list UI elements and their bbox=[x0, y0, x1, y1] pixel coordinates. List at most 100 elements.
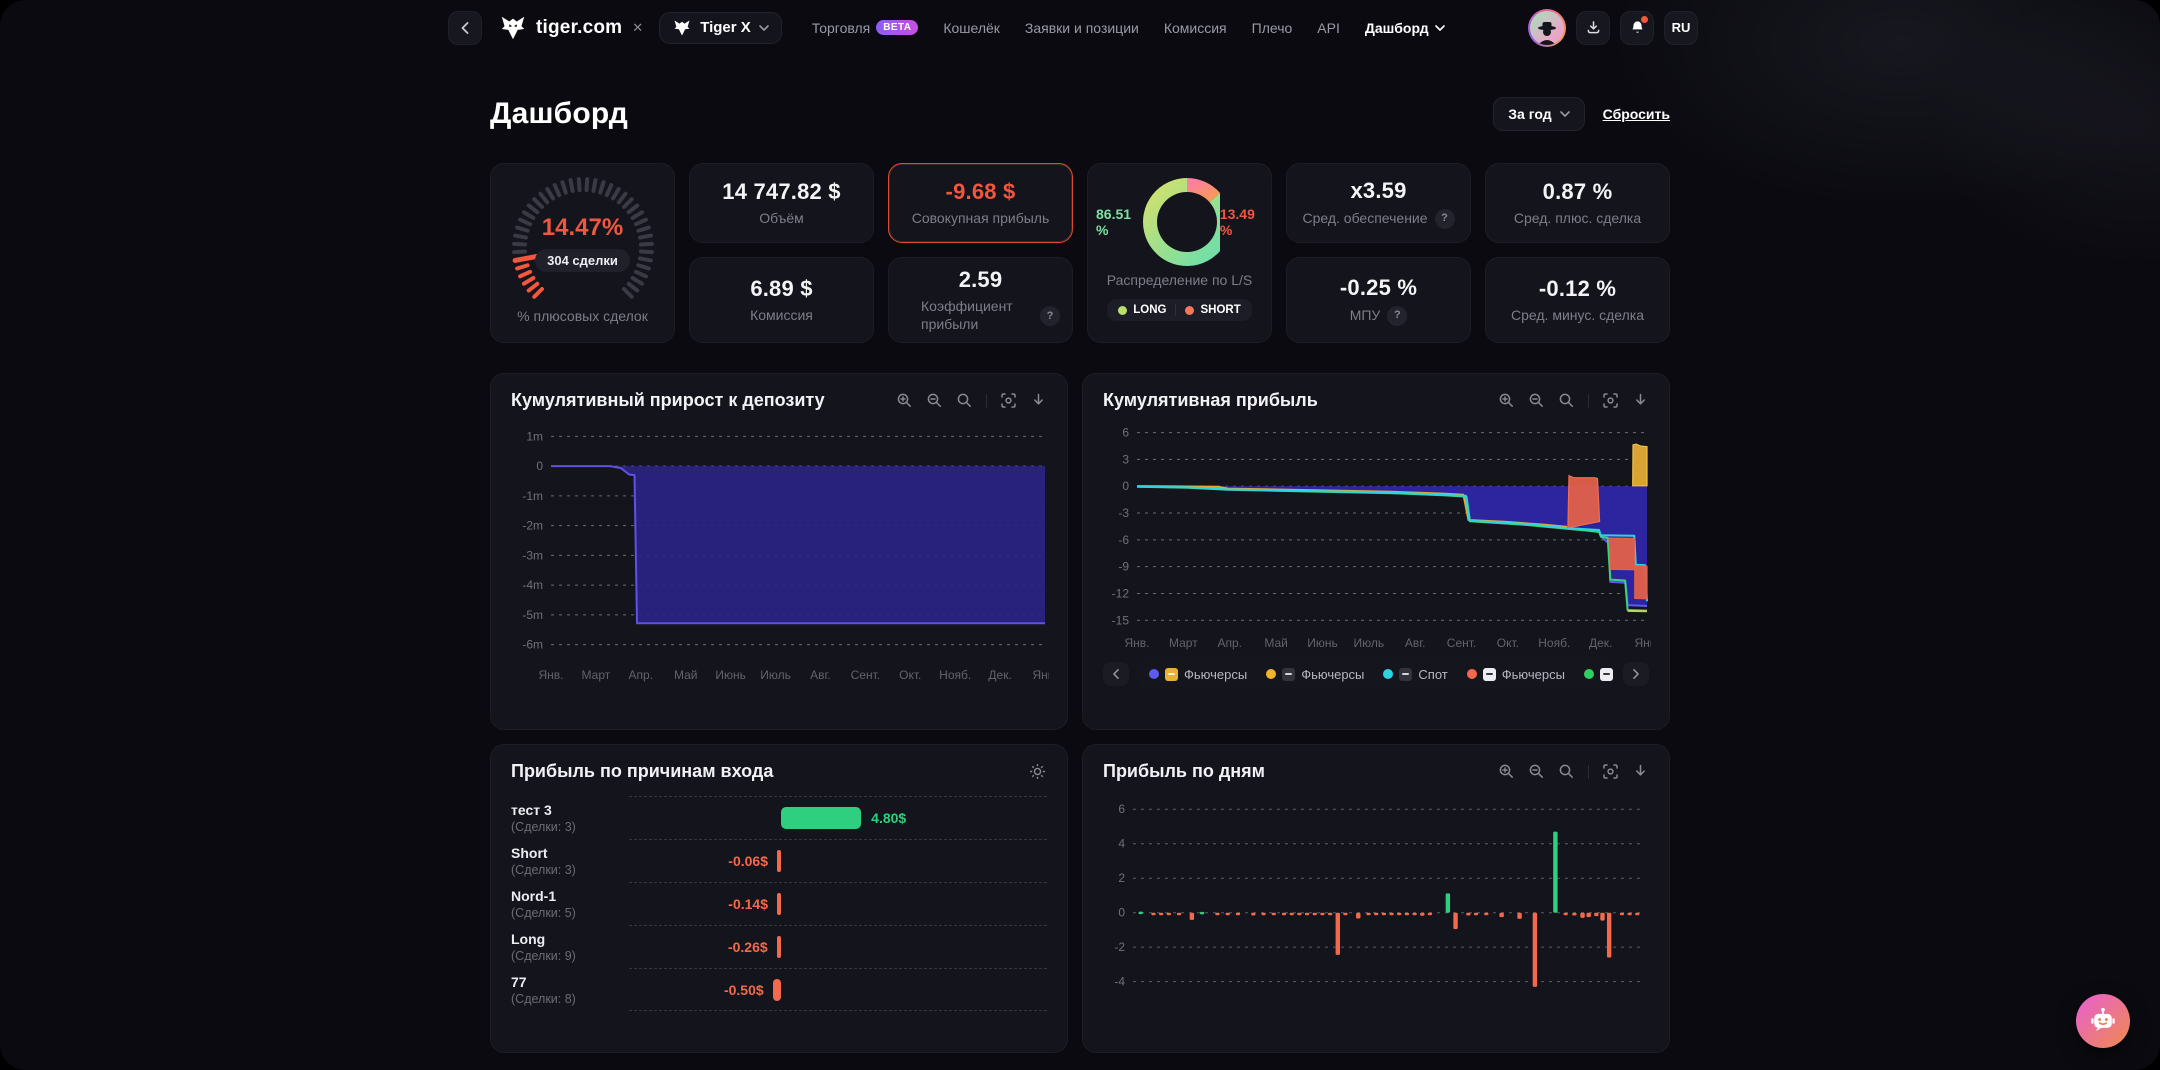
profit-by-day-plot[interactable]: 6420-2-4 bbox=[1103, 782, 1651, 996]
series-dot-icon bbox=[1383, 669, 1393, 679]
win-rate-label: % плюсовых сделок bbox=[517, 308, 648, 324]
reason-trades: (Сделки: 3) bbox=[511, 820, 629, 834]
nav-item-1[interactable]: ТорговляBETA bbox=[812, 20, 919, 36]
series-dot-icon bbox=[1467, 669, 1477, 679]
reason-name: тест 3 bbox=[511, 801, 629, 819]
zoom-in-icon[interactable] bbox=[1498, 763, 1515, 780]
commission-label: Комиссия bbox=[750, 307, 813, 325]
zoom-reset-icon[interactable] bbox=[1558, 763, 1575, 780]
help-icon[interactable]: ? bbox=[1387, 306, 1407, 326]
ls-legend: LONG SHORT bbox=[1107, 299, 1251, 321]
robot-icon bbox=[2088, 1006, 2118, 1036]
series-dot-icon bbox=[1149, 669, 1159, 679]
legend-short[interactable]: SHORT bbox=[1185, 304, 1240, 316]
chart-toolbar bbox=[1498, 763, 1649, 780]
reason-bar-area: -0.14$ bbox=[629, 882, 1047, 925]
chevron-right-icon bbox=[1632, 669, 1640, 679]
period-selector[interactable]: За год bbox=[1493, 97, 1584, 131]
legend-item-5[interactable]: Спот bbox=[1584, 667, 1615, 682]
app-window: tiger.com ✕ Tiger X ТорговляBETA Кошелёк З… bbox=[0, 0, 2160, 1070]
toolbar-divider bbox=[1588, 394, 1589, 408]
snapshot-icon[interactable] bbox=[1602, 392, 1619, 409]
help-icon[interactable]: ? bbox=[1435, 209, 1455, 229]
language-button[interactable]: RU bbox=[1664, 11, 1698, 45]
reason-row-1[interactable]: тест 3(Сделки: 3) 4.80$ bbox=[511, 796, 1047, 839]
reason-row-3[interactable]: Nord-1(Сделки: 5)-0.14$ bbox=[511, 882, 1047, 925]
gear-icon[interactable] bbox=[1028, 762, 1047, 781]
brand[interactable]: tiger.com ✕ bbox=[498, 13, 643, 43]
page-title: Дашборд bbox=[490, 97, 628, 131]
svg-text:Апр.: Апр. bbox=[629, 668, 654, 682]
nav-item-7[interactable]: Дашборд bbox=[1365, 20, 1445, 36]
nav-item-5[interactable]: Плечо bbox=[1252, 20, 1293, 36]
legend-next-button[interactable] bbox=[1623, 662, 1649, 686]
zoom-reset-icon[interactable] bbox=[1558, 392, 1575, 409]
zoom-out-icon[interactable] bbox=[1528, 763, 1545, 780]
svg-text:Дек.: Дек. bbox=[1589, 636, 1612, 650]
reason-bar bbox=[781, 807, 861, 829]
legend-item-1[interactable]: Фьючерсы bbox=[1149, 667, 1247, 682]
legend-item-4[interactable]: Фьючерсы bbox=[1467, 667, 1565, 682]
cumulative-deposit-growth-plot[interactable]: 1m0-1m-2m-3m-4m-5m-6mЯнв.МартАпр.МайИюнь… bbox=[511, 411, 1049, 683]
notification-dot bbox=[1641, 16, 1648, 23]
nav-menu: ТорговляBETA Кошелёк Заявки и позиции Комис… bbox=[812, 20, 1445, 36]
profit-factor-label: Коэффициент прибыли bbox=[907, 298, 1055, 333]
reason-trades: (Сделки: 9) bbox=[511, 949, 629, 963]
download-icon[interactable] bbox=[1632, 763, 1649, 780]
support-chat-button[interactable] bbox=[2076, 994, 2130, 1048]
svg-text:Янв.: Янв. bbox=[1634, 636, 1651, 650]
commission-value: 6.89 $ bbox=[750, 276, 812, 302]
trades-count-badge: 304 сделки bbox=[535, 249, 630, 272]
download-icon[interactable] bbox=[1632, 392, 1649, 409]
back-button[interactable] bbox=[448, 11, 482, 45]
total-profit-label: Совокупная прибыль bbox=[912, 210, 1050, 228]
svg-text:-2m: -2m bbox=[522, 519, 543, 533]
brand-close-icon[interactable]: ✕ bbox=[632, 20, 643, 36]
total-profit-card: -9.68 $ Совокупная прибыль bbox=[888, 163, 1073, 243]
reason-row-4[interactable]: Long(Сделки: 9) -0.26$ bbox=[511, 925, 1047, 968]
avatar[interactable] bbox=[1528, 9, 1566, 47]
zoom-out-icon[interactable] bbox=[1528, 392, 1545, 409]
avg-win-value: 0.87 % bbox=[1543, 179, 1613, 205]
reason-value: -0.26$ bbox=[728, 939, 768, 955]
svg-text:Янв.: Янв. bbox=[1032, 668, 1049, 682]
chart-toolbar bbox=[1498, 392, 1649, 409]
notifications-button[interactable] bbox=[1620, 11, 1654, 45]
zoom-reset-icon[interactable] bbox=[956, 392, 973, 409]
snapshot-icon[interactable] bbox=[1000, 392, 1017, 409]
snapshot-icon[interactable] bbox=[1602, 763, 1619, 780]
reason-row-5[interactable]: 77(Сделки: 8) -0.50$ bbox=[511, 968, 1047, 1011]
svg-text:Март: Март bbox=[582, 668, 611, 682]
reason-label: 77(Сделки: 8) bbox=[511, 973, 629, 1005]
reason-value: -0.50$ bbox=[724, 982, 764, 998]
nav-item-2[interactable]: Кошелёк bbox=[943, 20, 1000, 36]
zoom-out-icon[interactable] bbox=[926, 392, 943, 409]
reason-value: 4.80$ bbox=[871, 810, 906, 826]
short-percent: 13.49 % bbox=[1220, 206, 1263, 238]
profit-by-day-card: Прибыль по дням 6420-2-4 bbox=[1082, 744, 1670, 1053]
download-icon[interactable] bbox=[1030, 392, 1047, 409]
legend-item-2[interactable]: Фьючерсы bbox=[1266, 667, 1364, 682]
volume-card: 14 747.82 $ Объём bbox=[689, 163, 874, 243]
legend-prev-button[interactable] bbox=[1103, 662, 1129, 686]
zoom-in-icon[interactable] bbox=[1498, 392, 1515, 409]
zoom-in-icon[interactable] bbox=[896, 392, 913, 409]
ls-distribution-card: 86.51 % 13.49 % Распределение по L/S LON… bbox=[1087, 163, 1272, 343]
legend-item-3[interactable]: Спот bbox=[1383, 667, 1447, 682]
reason-row-2[interactable]: Short(Сделки: 3)-0.06$ bbox=[511, 839, 1047, 882]
reason-rows: тест 3(Сделки: 3) 4.80$ Short(Сделки: 3)-0… bbox=[511, 796, 1047, 1011]
nav-item-4[interactable]: Комиссия bbox=[1164, 20, 1227, 36]
nav-item-3[interactable]: Заявки и позиции bbox=[1025, 20, 1139, 36]
help-icon[interactable]: ? bbox=[1040, 306, 1060, 326]
download-report-button[interactable] bbox=[1576, 11, 1610, 45]
exchange-icon bbox=[1165, 668, 1178, 681]
legend-long[interactable]: LONG bbox=[1118, 304, 1166, 316]
cumulative-profit-plot[interactable]: 630-3-6-9-12-15Янв.МартАпр.МайИюньИюльАв… bbox=[1103, 411, 1651, 651]
tiger-logo-icon bbox=[672, 18, 692, 38]
nav-item-6[interactable]: API bbox=[1317, 20, 1340, 36]
legend-label: Фьючерсы bbox=[1502, 667, 1565, 682]
workspace-selector[interactable]: Tiger X bbox=[659, 12, 782, 44]
reset-button[interactable]: Сбросить bbox=[1603, 106, 1670, 122]
reason-name: Long bbox=[511, 930, 629, 948]
avg-win-label: Сред. плюс. сделка bbox=[1514, 210, 1641, 228]
